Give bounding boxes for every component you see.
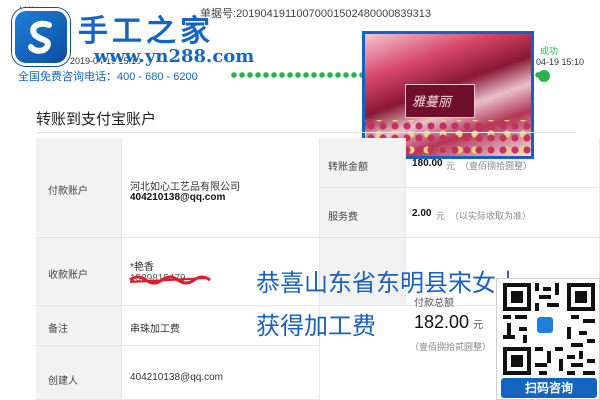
- creator-label-cell: 创建人: [36, 346, 122, 400]
- title-divider: [36, 132, 576, 133]
- payee-label: 收款账户: [48, 270, 88, 281]
- product-box: 雅蔓丽: [405, 84, 475, 118]
- payer-label: 付款账户: [48, 186, 88, 197]
- logo-url: www.yn288.com: [94, 46, 255, 67]
- success-time: 04-19 15:10: [536, 57, 585, 67]
- redaction-scribble: [129, 275, 211, 285]
- transfer-label: 转账金额: [328, 162, 368, 173]
- creator-label: 创建人: [48, 376, 78, 387]
- remark-label: 备注: [48, 324, 68, 335]
- announcement-line-2: 获得加工费: [256, 312, 376, 340]
- fee-unit: 元: [436, 211, 446, 221]
- qr-logo-icon: [535, 315, 555, 335]
- qr-consult-button[interactable]: 扫码咨询: [501, 378, 597, 398]
- creator-value: 404210138@qq.com: [130, 372, 223, 383]
- fee-value-cell: 2.00 元 （以实际收取为准）: [406, 188, 600, 238]
- payee-label-cell: 收款账户: [36, 238, 122, 306]
- transfer-amount: 180.00: [412, 158, 443, 169]
- announcement-line-1: 恭喜山东省东明县宋女士: [256, 269, 520, 297]
- payee-name: *艳香: [130, 262, 154, 273]
- fee-amount: 2.00: [412, 208, 432, 219]
- transfer-unit: 元: [446, 161, 456, 171]
- creator-value-cell: 404210138@qq.com: [122, 346, 320, 400]
- total-amount-block: 182.00 元: [414, 312, 483, 333]
- logo-s-icon: [28, 20, 52, 54]
- remark-label-cell: 备注: [36, 306, 122, 346]
- total-words: （壹佰捌拾贰圆整）: [410, 343, 492, 353]
- total-unit: 元: [473, 320, 484, 331]
- logo-name: 手工之家: [78, 14, 214, 49]
- fee-note: （以实际收取为准）: [450, 211, 532, 221]
- order-number-value: 20190419110070001502480000839313: [236, 8, 432, 20]
- logo-badge-icon: [12, 8, 70, 66]
- payer-value-cell: 河北如心工艺品有限公司 404210138@qq.com: [122, 138, 320, 238]
- remark-value: 串珠加工费: [130, 324, 180, 335]
- transfer-label-cell: 转账金额: [320, 138, 406, 188]
- payer-company: 河北如心工艺品有限公司: [130, 182, 240, 193]
- page-title: 转账到支付宝账户: [36, 110, 157, 128]
- fee-label: 服务费: [328, 212, 358, 223]
- total-amount: 182.00: [414, 312, 470, 332]
- success-check-icon: [538, 70, 550, 82]
- transfer-words: （壹佰捌拾圆整）: [460, 161, 533, 171]
- status-success: 成功: [540, 47, 559, 57]
- payer-label-cell: 付款账户: [36, 138, 122, 238]
- site-logo[interactable]: 手工之家 www.yn288.com: [12, 4, 255, 74]
- qr-consult-card[interactable]: 扫码咨询: [496, 278, 600, 400]
- payer-email: 404210138@qq.com: [130, 192, 226, 203]
- transfer-value-cell: 180.00 元 （壹佰捌拾圆整）: [406, 138, 600, 188]
- product-brand: 雅蔓丽: [412, 95, 452, 110]
- fee-label-cell: 服务费: [320, 188, 406, 238]
